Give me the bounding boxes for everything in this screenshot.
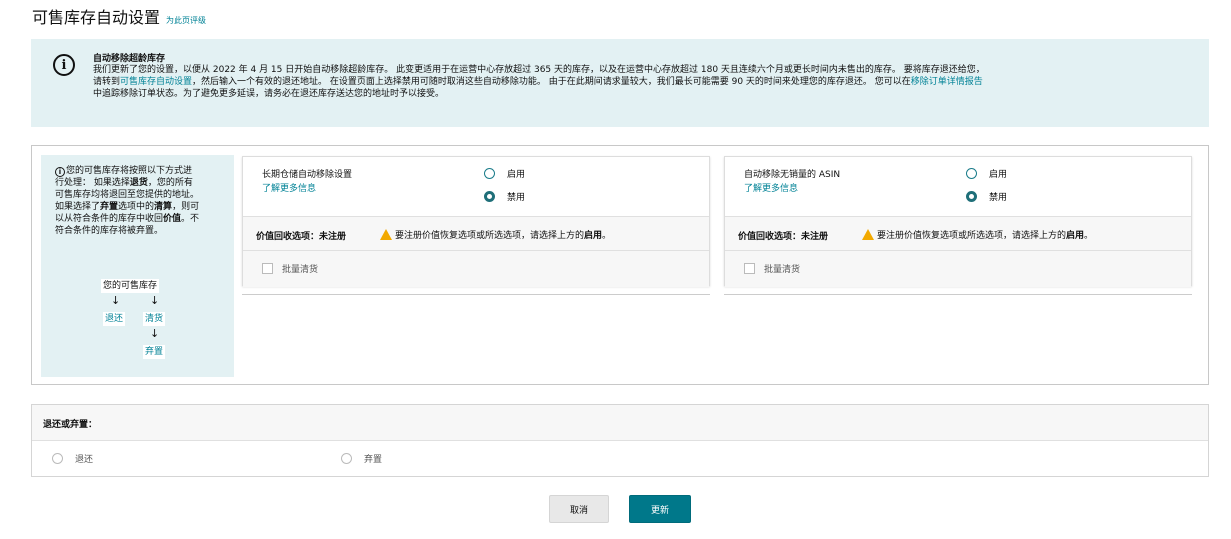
page-header: 可售库存自动设置 为此页评级 [32, 4, 206, 28]
learn-more-link[interactable]: 了解更多信息 [744, 181, 798, 194]
explain-text: i 您的可售库存将按照以下方式进 行处理： 如果选择退货，您的所有 可售库存均将退… [55, 166, 200, 236]
inventory-settings-link[interactable]: 可售库存自动设置 [120, 77, 192, 87]
divider [724, 294, 1192, 295]
bulk-liquidate-checkbox[interactable] [744, 263, 755, 274]
return-or-dispose-section: 退还或弃置： 退还 弃置 [31, 404, 1209, 477]
settings-box: i 您的可售库存将按照以下方式进 行处理： 如果选择退货，您的所有 可售库存均将退… [31, 145, 1209, 385]
bulk-liquidate-label: 批量清货 [764, 265, 801, 275]
arrow-down-icon: ↓ [111, 294, 121, 307]
cancel-button[interactable]: 取消 [549, 495, 609, 523]
info-icon: i [55, 167, 65, 177]
arrow-down-icon: ↓ [150, 294, 160, 307]
value-recovery-label: 价值回收选项：未注册 [256, 232, 347, 242]
warning-message: 要注册价值恢复选项或所选选项，请选择上方的 启用。 [862, 228, 1093, 241]
radio-button-selected[interactable] [484, 191, 495, 202]
warning-message: 要注册价值恢复选项或所选选项，请选择上方的 启用。 [380, 228, 611, 241]
value-recovery-label: 价值回收选项：未注册 [738, 232, 829, 242]
notice-title: 自动移除超龄库存 [93, 54, 166, 64]
radio-disable[interactable]: 禁用 [484, 190, 525, 203]
radio-enable[interactable]: 启用 [966, 167, 1007, 180]
radio-button[interactable] [52, 453, 63, 464]
flow-return: 退还 [103, 312, 126, 326]
flow-liquidate: 清货 [143, 312, 166, 326]
flow-diagram: 您的可售库存 ↓ ↓ 退还 清货 ↓ 弃置 [101, 279, 193, 369]
notice-text: 中追踪移除订单状态。为了避免更多延误，请务必在退还库存送达您的地址时予以接受。 [93, 89, 445, 99]
notice-text: 我们更新了您的设置，以便从 2022 年 4 月 15 日开始自动移除超龄库存。… [93, 65, 985, 75]
radio-button-selected[interactable] [966, 191, 977, 202]
divider [242, 294, 710, 295]
update-button[interactable]: 更新 [629, 495, 691, 523]
section-title: 退还或弃置： [43, 420, 98, 430]
bulk-liquidate-label: 批量清货 [282, 265, 319, 275]
radio-button[interactable] [341, 453, 352, 464]
notice-body: 我们更新了您的设置，以便从 2022 年 4 月 15 日开始自动移除超龄库存。… [93, 64, 1197, 100]
notice-text: ，然后输入一个有效的退还地址。 在设置页面上选择禁用可随时取消这些自动移除功能。… [192, 77, 911, 87]
rate-page-link[interactable]: 为此页评级 [166, 15, 206, 26]
radio-button[interactable] [966, 168, 977, 179]
notice-banner: i 自动移除超龄库存 我们更新了您的设置，以便从 2022 年 4 月 15 日… [31, 39, 1209, 127]
radio-enable[interactable]: 启用 [484, 167, 525, 180]
removal-report-link[interactable]: 移除订单详情报告 [911, 77, 983, 87]
warning-icon [380, 229, 392, 240]
radio-disable[interactable]: 禁用 [966, 190, 1007, 203]
radio-button[interactable] [484, 168, 495, 179]
flow-dispose: 弃置 [143, 345, 166, 359]
page-title: 可售库存自动设置 [32, 8, 161, 27]
no-sales-asin-panel: 自动移除无销量的 ASIN 了解更多信息 启用 禁用 价值回收选项：未注册 要注… [724, 156, 1192, 287]
info-icon: i [53, 54, 75, 76]
radio-return[interactable]: 退还 [52, 452, 93, 465]
notice-text: 请转到 [93, 77, 121, 87]
panel-label: 自动移除无销量的 ASIN [744, 170, 841, 180]
warning-icon [862, 229, 874, 240]
bulk-liquidate-checkbox[interactable] [262, 263, 273, 274]
flow-inventory: 您的可售库存 [101, 279, 160, 293]
long-term-storage-panel: 长期仓储自动移除设置 了解更多信息 启用 禁用 价值回收选项：未注册 要注册价值… [242, 156, 710, 287]
explain-panel: i 您的可售库存将按照以下方式进 行处理： 如果选择退货，您的所有 可售库存均将退… [41, 155, 234, 377]
radio-dispose[interactable]: 弃置 [341, 452, 382, 465]
learn-more-link[interactable]: 了解更多信息 [262, 181, 316, 194]
arrow-down-icon: ↓ [150, 327, 160, 340]
panel-label: 长期仓储自动移除设置 [262, 170, 353, 180]
